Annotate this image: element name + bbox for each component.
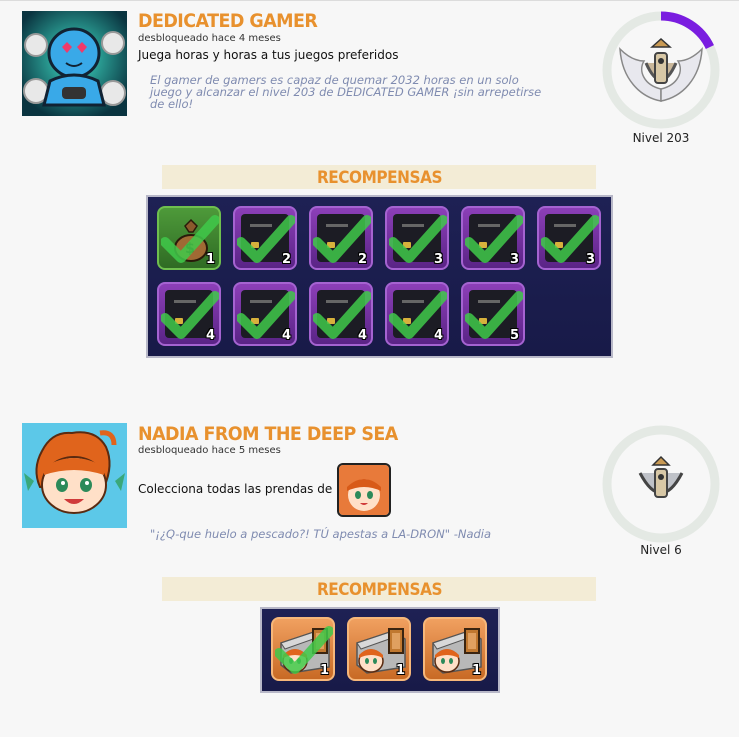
reward-tile-nadia-box[interactable]: 1 — [271, 617, 335, 681]
quote-line: "¡¿Q-que huelo a pescado?! TÚ apestas a … — [150, 527, 492, 541]
level-label: Nivel 203 — [632, 131, 690, 145]
reward-count: 2 — [357, 252, 367, 267]
achievement-quote: El gamer de gamers es capaz de quemar 20… — [150, 74, 541, 110]
reward-count: 1 — [471, 663, 481, 678]
rewards-panel: 1 1 1 — [260, 607, 500, 693]
reward-count: 4 — [357, 328, 367, 343]
reward-tile-card[interactable]: 4 — [385, 282, 449, 346]
quote-line: juego y alcanzar el nivel 203 de DEDICAT… — [150, 85, 542, 99]
reward-count: 1 — [319, 663, 329, 678]
unlocked-time: desbloqueado hace 4 meses — [138, 33, 281, 44]
reward-count: 2 — [281, 252, 291, 267]
reward-tile-card[interactable]: 3 — [385, 206, 449, 270]
reward-tile-card[interactable]: 3 — [461, 206, 525, 270]
reward-tile-card[interactable]: 3 — [537, 206, 601, 270]
reward-count: 1 — [395, 663, 405, 678]
achievement-quote: "¡¿Q-que huelo a pescado?! TÚ apestas a … — [150, 528, 491, 540]
reward-tile-card[interactable]: 5 — [461, 282, 525, 346]
reward-tile-nadia-box[interactable]: 1 — [347, 617, 411, 681]
reward-count: 5 — [509, 328, 519, 343]
reward-tile-card[interactable]: 2 — [233, 206, 297, 270]
rewards-header: RECOMPENSAS — [162, 165, 596, 189]
reward-count: 3 — [585, 252, 595, 267]
reward-tile-card[interactable]: 4 — [233, 282, 297, 346]
unlocked-time: desbloqueado hace 5 meses — [138, 445, 281, 456]
nadia-outfit-thumbnail-icon — [337, 463, 391, 517]
rewards-title: RECOMPENSAS — [316, 168, 442, 188]
level-label: Nivel 6 — [640, 543, 682, 557]
winged-crest-badge-icon — [619, 37, 703, 102]
level-progress-ring — [600, 423, 722, 549]
rewards-header: RECOMPENSAS — [162, 577, 596, 601]
reward-tile-money-bag[interactable]: $1 — [157, 206, 221, 270]
reward-tile-card[interactable]: 4 — [157, 282, 221, 346]
anchor-crest-badge-icon — [638, 455, 684, 498]
achievement-title: DEDICATED GAMER — [138, 10, 318, 32]
reward-count: 1 — [205, 252, 215, 267]
achievement-title: NADIA FROM THE DEEP SEA — [138, 423, 398, 445]
reward-count: 4 — [281, 328, 291, 343]
quote-line: de ello! — [150, 97, 194, 111]
rewards-title: RECOMPENSAS — [316, 580, 442, 600]
reward-tile-card[interactable]: 2 — [309, 206, 373, 270]
reward-count: 4 — [433, 328, 443, 343]
gamer-meditating-icon — [22, 11, 127, 116]
reward-tile-card[interactable]: 4 — [309, 282, 373, 346]
reward-count: 3 — [509, 252, 519, 267]
top-divider — [0, 0, 739, 1]
nadia-portrait-icon — [22, 423, 127, 528]
achievement-description: Juega horas y horas a tus juegos preferi… — [138, 48, 399, 62]
reward-tile-nadia-box[interactable]: 1 — [423, 617, 487, 681]
reward-count: 4 — [205, 328, 215, 343]
reward-count: 3 — [433, 252, 443, 267]
rewards-panel: $1 2 2 3 3 3 4 4 4 4 5 — [146, 195, 613, 358]
level-progress-ring — [600, 9, 722, 135]
achievement-description: Colecciona todas las prendas de — [138, 482, 333, 496]
